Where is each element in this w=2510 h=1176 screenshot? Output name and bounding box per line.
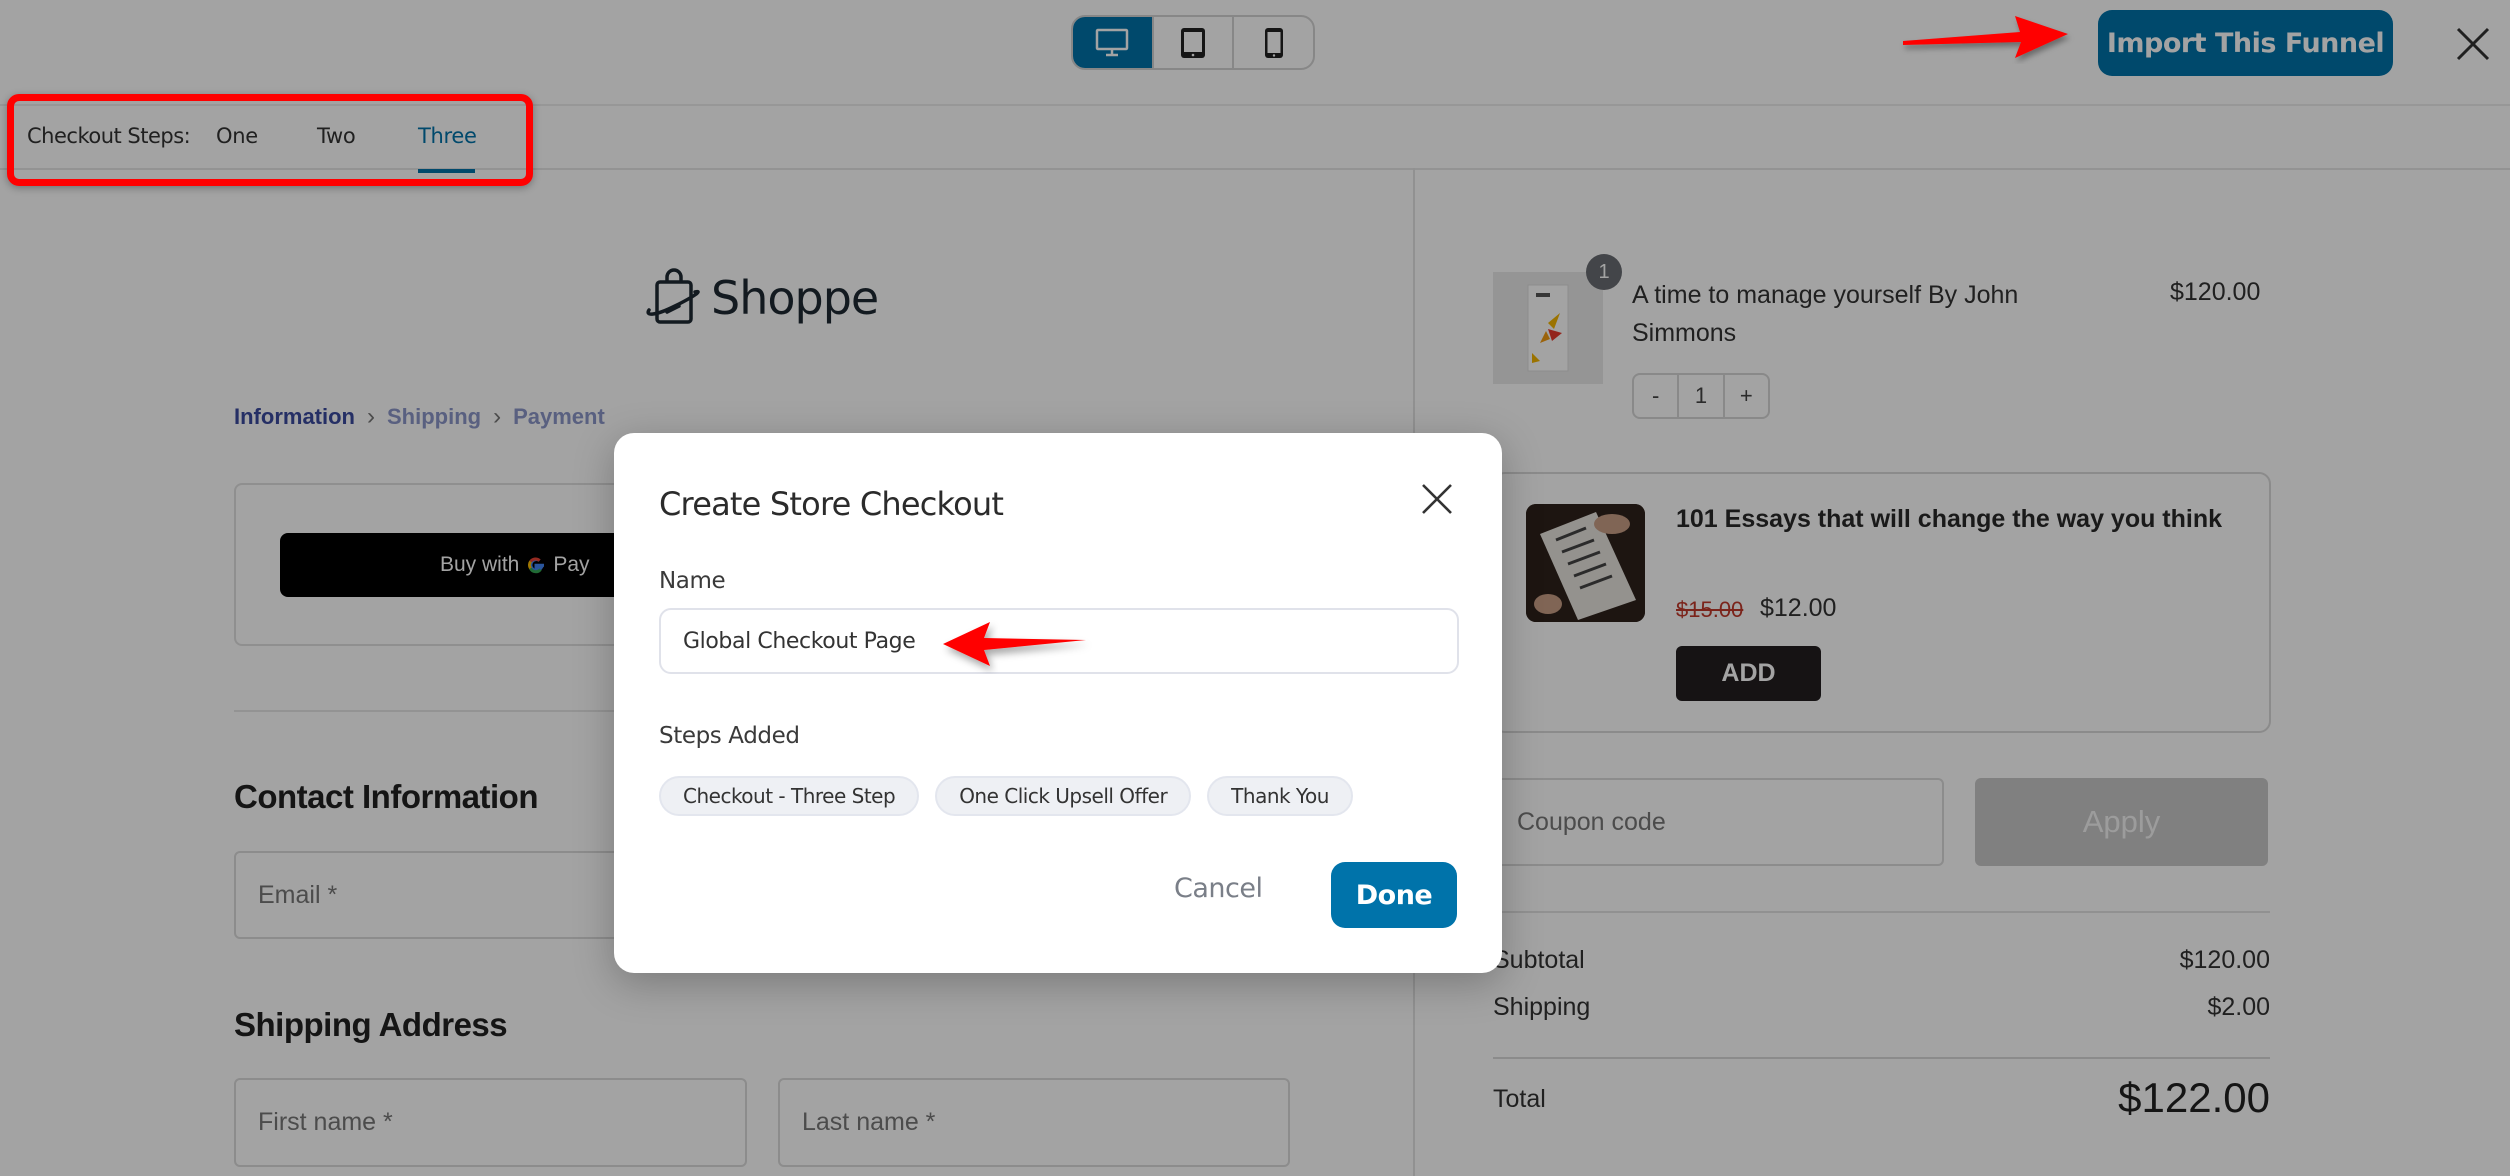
- step-chip: One Click Upsell Offer: [935, 776, 1192, 816]
- steps-added-label: Steps Added: [659, 723, 800, 749]
- annotation-highlight-box: [7, 94, 533, 186]
- modal-close-button[interactable]: [1419, 481, 1455, 517]
- annotation-arrow-right-icon: [1903, 16, 2068, 58]
- step-chip: Thank You: [1207, 776, 1353, 816]
- done-button[interactable]: Done: [1331, 862, 1457, 928]
- steps-added-list: Checkout - Three Step One Click Upsell O…: [659, 776, 1353, 816]
- annotation-arrow-left-icon: [943, 622, 1086, 666]
- modal-title: Create Store Checkout: [659, 485, 1004, 523]
- cancel-button[interactable]: Cancel: [1174, 873, 1263, 904]
- step-chip: Checkout - Three Step: [659, 776, 920, 816]
- name-label: Name: [659, 568, 726, 594]
- close-icon: [1422, 484, 1452, 514]
- create-store-checkout-modal: Create Store Checkout Name Steps Added C…: [614, 433, 1502, 973]
